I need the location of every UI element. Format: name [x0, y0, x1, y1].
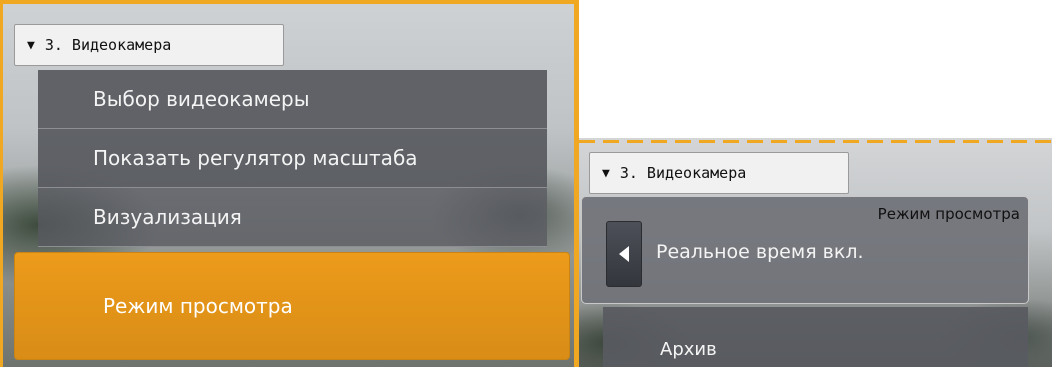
menu-arrow-icon: ▼: [27, 37, 35, 53]
menu-item-visualization[interactable]: Визуализация: [38, 188, 547, 247]
menu-item-label: Выбор видеокамеры: [93, 87, 310, 111]
menu-item-view-mode[interactable]: Режим просмотра: [14, 252, 570, 360]
menu-item-label: Архив: [660, 339, 717, 360]
back-button[interactable]: [606, 221, 642, 287]
camera-label: 3. Видеокамера: [44, 36, 172, 54]
menu-item-archive[interactable]: Архив: [603, 307, 1028, 367]
selected-cell-border-left: [0, 0, 3, 367]
menu-item-label: Показать регулятор масштаба: [93, 146, 418, 170]
selected-cell-border-top: [0, 0, 579, 4]
menu-item-show-zoom-control[interactable]: Показать регулятор масштаба: [38, 129, 547, 188]
camera-menu-button[interactable]: ▼ 3. Видеокамера: [589, 152, 849, 194]
left-panel: ▼ 3. Видеокамера Выбор видеокамеры Показ…: [0, 0, 579, 367]
camera-menu-button[interactable]: ▼ 3. Видеокамера: [14, 24, 284, 66]
camera-label: 3. Видеокамера: [619, 164, 747, 182]
right-panel: ▼ 3. Видеокамера Режим просмотра Реально…: [579, 138, 1052, 367]
view-mode-submenu: Режим просмотра Реальное время вкл.: [581, 196, 1029, 304]
view-mode-value[interactable]: Реальное время вкл.: [656, 241, 864, 263]
camera-context-menu: Выбор видеокамеры Показать регулятор мас…: [38, 70, 547, 247]
menu-arrow-icon: ▼: [602, 165, 610, 181]
menu-item-label: Режим просмотра: [103, 294, 293, 318]
submenu-title: Режим просмотра: [877, 205, 1020, 223]
cell-border-dashed: [579, 140, 1052, 143]
menu-item-label: Визуализация: [93, 205, 242, 229]
menu-item-select-camera[interactable]: Выбор видеокамеры: [38, 70, 547, 129]
triangle-left-icon: [619, 246, 629, 262]
